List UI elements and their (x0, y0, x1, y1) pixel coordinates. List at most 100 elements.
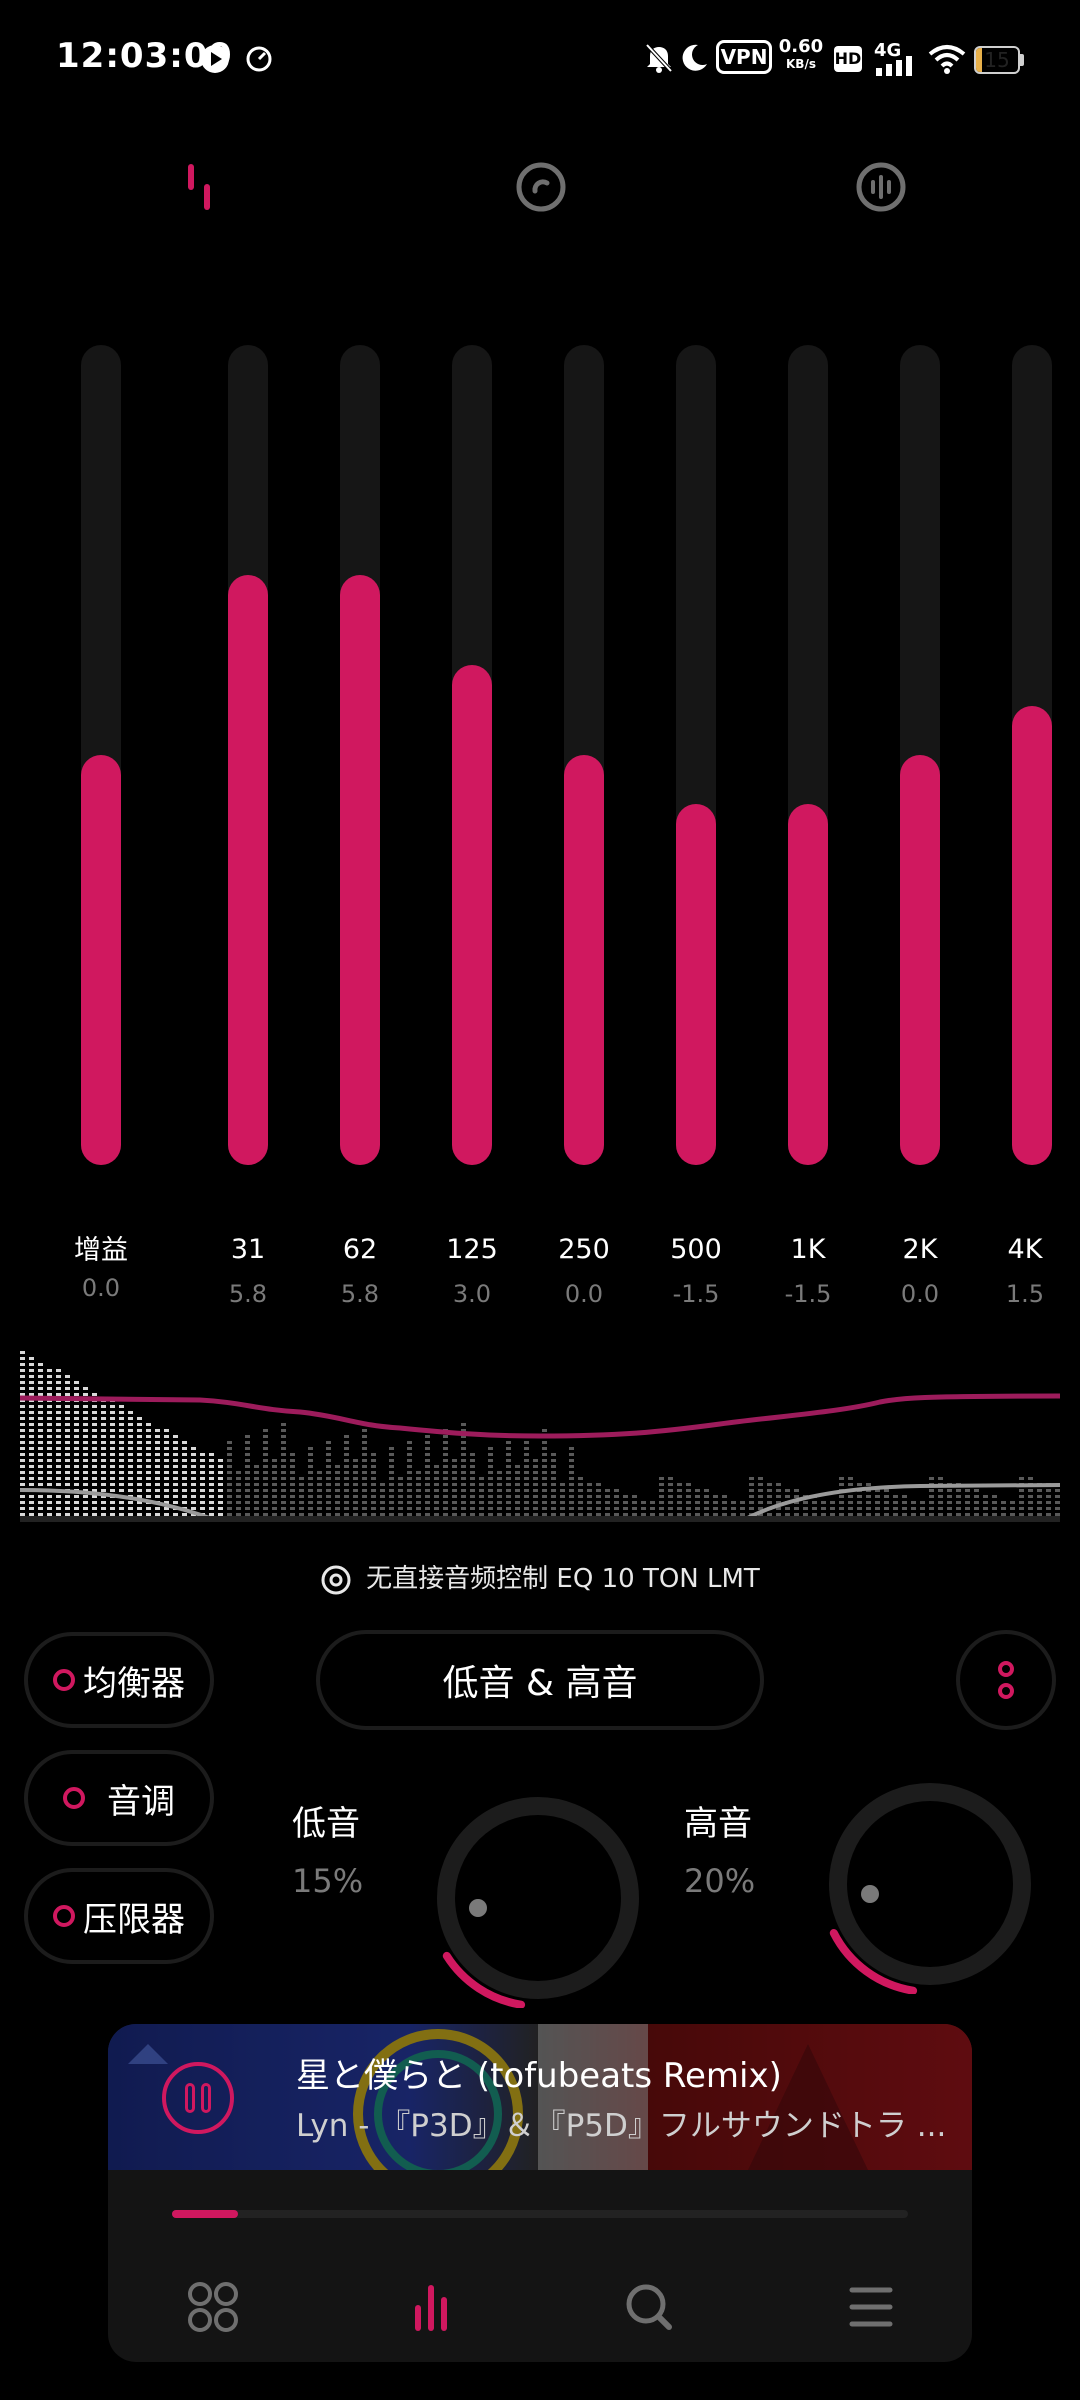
equalizer-nav-icon (415, 2285, 447, 2331)
spectrum-bar (767, 1501, 772, 1504)
eq-slider-gain[interactable] (81, 345, 121, 1165)
eq-slider-31[interactable] (228, 345, 268, 1165)
spectrum-bar (677, 1513, 682, 1516)
spectrum-bar (425, 1477, 430, 1480)
spectrum-bar (533, 1483, 538, 1486)
tone-button[interactable]: 音调 (24, 1750, 214, 1846)
spectrum-bar (101, 1423, 106, 1426)
spectrum-bar (884, 1513, 889, 1516)
spectrum-bar (380, 1513, 385, 1516)
spectrum-bar (965, 1507, 970, 1510)
spectrum-bar (659, 1495, 664, 1498)
eq-slider-2k[interactable] (900, 345, 940, 1165)
spectrum-bar (20, 1369, 25, 1372)
more-options-button[interactable] (956, 1630, 1056, 1730)
spectrum-bar (380, 1483, 385, 1486)
bass-treble-mode-button[interactable]: 低音 & 高音 (316, 1630, 764, 1730)
nav-library-button[interactable] (178, 2272, 248, 2342)
spectrum-bar (326, 1447, 331, 1450)
spectrum-bar (443, 1513, 448, 1516)
spectrum-bar (200, 1477, 205, 1480)
spectrum-bar (110, 1471, 115, 1474)
nav-search-button[interactable] (614, 2272, 684, 2342)
eq-slider-500[interactable] (676, 345, 716, 1165)
spectrum-bar (74, 1447, 79, 1450)
spectrum-bar (263, 1513, 268, 1516)
spectrum-bar (407, 1483, 412, 1486)
eq-slider-4k[interactable] (1012, 345, 1052, 1165)
spectrum-bar (524, 1483, 529, 1486)
spectrum-bar (416, 1501, 421, 1504)
spectrum-bar (569, 1459, 574, 1462)
spectrum-bar (515, 1489, 520, 1492)
spectrum-bar (362, 1465, 367, 1468)
spectrum-bar (38, 1477, 43, 1480)
eq-slider-250[interactable] (564, 345, 604, 1165)
eq-slider-62[interactable] (340, 345, 380, 1165)
eq-band-value: 5.8 (340, 1280, 380, 1308)
spectrum-bar (533, 1459, 538, 1462)
nav-equalizer-button[interactable] (396, 2272, 466, 2342)
mini-player[interactable]: 星と僕らと (tofubeats Remix) Lyn - 『P3D』＆『P5D… (108, 2024, 972, 2362)
spectrum-bar (326, 1483, 331, 1486)
spectrum-bar (155, 1441, 160, 1444)
eq-slider-125[interactable] (452, 345, 492, 1165)
spectrum-bar (56, 1441, 61, 1444)
spectrum-bar (947, 1513, 952, 1516)
spectrum-bar (29, 1495, 34, 1498)
spectrum-bar (407, 1501, 412, 1504)
spectrum-bar (146, 1453, 151, 1456)
pause-button[interactable] (162, 2062, 234, 2134)
spectrum-bar (326, 1471, 331, 1474)
spectrum-bar (533, 1471, 538, 1474)
pause-bar-icon (201, 2083, 211, 2113)
spectrum-bar (83, 1471, 88, 1474)
bass-knob[interactable] (428, 1788, 648, 2008)
spectrum-bar (308, 1453, 313, 1456)
spectrum-bar (353, 1507, 358, 1510)
spectrum-bar (191, 1453, 196, 1456)
eq-slider-1k[interactable] (788, 345, 828, 1165)
spectrum-bar (587, 1495, 592, 1498)
tab-visualizer[interactable] (846, 152, 916, 222)
spectrum-bar (452, 1483, 457, 1486)
treble-knob[interactable] (820, 1774, 1040, 1994)
spectrum-bar (956, 1489, 961, 1492)
spectrum-bar (965, 1513, 970, 1516)
spectrum-bar (434, 1495, 439, 1498)
tab-disc[interactable] (506, 152, 576, 222)
spectrum-bar (470, 1501, 475, 1504)
spectrum-bar (65, 1471, 70, 1474)
spectrum-bar (506, 1453, 511, 1456)
limiter-button[interactable]: 压限器 (24, 1868, 214, 1964)
spectrum-bar (245, 1453, 250, 1456)
spectrum-bar (956, 1495, 961, 1498)
spectrum-bar (101, 1513, 106, 1516)
nav-menu-button[interactable] (836, 2272, 906, 2342)
tab-equalizer[interactable] (165, 152, 235, 222)
spectrum-bar (182, 1447, 187, 1450)
spectrum-bar (515, 1507, 520, 1510)
spectrum-bar (1055, 1489, 1060, 1492)
spectrum-bar (740, 1513, 745, 1516)
spectrum-bar (515, 1495, 520, 1498)
spectrum-bar (767, 1483, 772, 1486)
spectrum-bar (515, 1483, 520, 1486)
spectrum-bar (164, 1489, 169, 1492)
spectrum-bar (200, 1453, 205, 1456)
spectrum-bar (173, 1435, 178, 1438)
spectrum-bar (146, 1513, 151, 1516)
spectrum-bar (101, 1417, 106, 1420)
playback-progress[interactable] (172, 2210, 908, 2218)
spectrum-bar (74, 1387, 79, 1390)
spectrum-bar (704, 1513, 709, 1516)
spectrum-bar (281, 1513, 286, 1516)
spectrum-bar (38, 1465, 43, 1468)
spectrum-bar (668, 1489, 673, 1492)
spectrum-bar (128, 1483, 133, 1486)
spectrum-bar (938, 1477, 943, 1480)
spectrum-bar (38, 1369, 43, 1372)
spectrum-bar (20, 1405, 25, 1408)
spectrum-bar (542, 1489, 547, 1492)
equalizer-button[interactable]: 均衡器 (24, 1632, 214, 1728)
